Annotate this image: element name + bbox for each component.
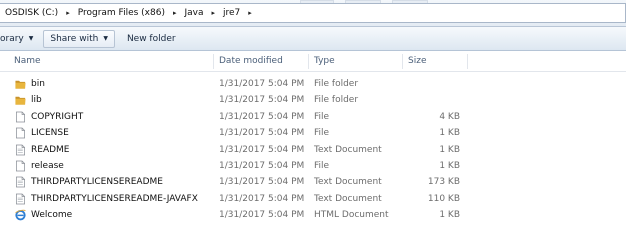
file-icon	[15, 127, 26, 139]
text-document-icon	[15, 144, 26, 156]
file-name: THIRDPARTYLICENSEREADME	[31, 177, 163, 188]
file-name: Welcome	[31, 210, 73, 221]
html-document-icon	[15, 209, 26, 221]
file-date-modified: 1/31/2017 5:04 PM	[219, 210, 305, 221]
share-with-button[interactable]: Share with ▼	[43, 29, 115, 48]
address-bar: OSDISK (C:) ▸ Program Files (x86) ▸ Java…	[0, 0, 626, 27]
folder-icon	[15, 94, 26, 106]
breadcrumb-item-program-files[interactable]: Program Files (x86)	[77, 8, 166, 18]
file-list: Name Date modified Type Size bin 1/31/201…	[0, 51, 626, 246]
file-name: bin	[31, 79, 45, 89]
file-type: Text Document	[314, 177, 382, 188]
file-size	[406, 92, 460, 108]
column-header-date-modified[interactable]: Date modified	[217, 51, 307, 72]
file-size: 1 KB	[439, 144, 460, 155]
folder-icon	[15, 78, 26, 90]
breadcrumb-chevron-icon[interactable]: ▸	[59, 9, 77, 17]
file-type: File	[314, 111, 330, 122]
chevron-down-icon: ▼	[103, 35, 108, 42]
file-type: File	[314, 128, 330, 139]
file-type: Text Document	[314, 144, 382, 155]
file-date-modified: 1/31/2017 5:04 PM	[219, 111, 305, 122]
file-date-modified: 1/31/2017 5:04 PM	[219, 128, 305, 139]
file-date-modified: 1/31/2017 5:04 PM	[219, 161, 305, 171]
text-document-icon	[15, 176, 26, 188]
column-divider[interactable]	[213, 54, 214, 69]
file-row[interactable]: release 1/31/2017 5:04 PM File 1 KB	[0, 158, 470, 174]
column-divider[interactable]	[402, 54, 403, 69]
column-divider[interactable]	[308, 54, 309, 69]
file-size: 1 KB	[439, 128, 460, 139]
file-type: File folder	[314, 95, 359, 106]
file-size: 4 KB	[439, 111, 460, 122]
file-type: HTML Document	[314, 210, 389, 221]
file-name: release	[31, 161, 64, 171]
file-date-modified: 1/31/2017 5:04 PM	[219, 95, 305, 106]
file-type: File folder	[314, 79, 359, 89]
file-size: 1 KB	[439, 210, 460, 221]
command-bar: orary ▼ Share with ▼ New folder	[0, 27, 626, 51]
file-size	[406, 76, 460, 92]
breadcrumb[interactable]: OSDISK (C:) ▸ Program Files (x86) ▸ Java…	[0, 3, 626, 23]
chevron-down-icon: ▼	[28, 35, 34, 42]
file-name: THIRDPARTYLICENSEREADME-JAVAFX	[31, 193, 198, 204]
file-name: lib	[31, 95, 42, 106]
file-date-modified: 1/31/2017 5:04 PM	[219, 193, 305, 204]
new-folder-button[interactable]: New folder	[121, 30, 182, 48]
file-size: 110 KB	[427, 193, 460, 204]
breadcrumb-chevron-icon[interactable]: ▸	[205, 9, 223, 17]
file-row[interactable]: THIRDPARTYLICENSEREADME 1/31/2017 5:04 PM…	[0, 174, 470, 190]
breadcrumb-item-osdisk[interactable]: OSDISK (C:)	[4, 8, 59, 18]
include-in-library-label: orary	[0, 33, 24, 44]
share-with-label: Share with	[50, 33, 99, 44]
file-name: README	[31, 144, 70, 155]
file-icon	[15, 160, 26, 172]
column-header-row: Name Date modified Type Size	[0, 51, 626, 72]
file-row[interactable]: bin 1/31/2017 5:04 PM File folder	[0, 76, 470, 92]
file-date-modified: 1/31/2017 5:04 PM	[219, 177, 305, 188]
breadcrumb-item-jre7[interactable]: jre7	[222, 8, 241, 18]
file-row[interactable]: lib 1/31/2017 5:04 PM File folder	[0, 92, 470, 108]
file-row[interactable]: COPYRIGHT 1/31/2017 5:04 PM File 4 KB	[0, 109, 470, 125]
column-header-name[interactable]: Name	[12, 51, 212, 72]
file-row[interactable]: LICENSE 1/31/2017 5:04 PM File 1 KB	[0, 125, 470, 141]
breadcrumb-item-java[interactable]: Java	[183, 8, 204, 18]
file-name: LICENSE	[31, 128, 69, 139]
file-date-modified: 1/31/2017 5:04 PM	[219, 79, 305, 89]
column-header-size[interactable]: Size	[406, 51, 466, 72]
file-icon	[15, 111, 26, 123]
file-row[interactable]: THIRDPARTYLICENSEREADME-JAVAFX 1/31/2017 …	[0, 191, 470, 207]
breadcrumb-chevron-icon[interactable]: ▸	[241, 9, 259, 17]
column-divider[interactable]	[467, 54, 468, 69]
file-name: COPYRIGHT	[31, 111, 84, 122]
new-folder-label: New folder	[126, 33, 176, 44]
file-size: 173 KB	[427, 177, 460, 188]
file-date-modified: 1/31/2017 5:04 PM	[219, 144, 305, 155]
file-type: File	[314, 161, 330, 171]
text-document-icon	[15, 193, 26, 205]
breadcrumb-chevron-icon[interactable]: ▸	[166, 9, 184, 17]
file-row[interactable]: Welcome 1/31/2017 5:04 PM HTML Document 1 K…	[0, 207, 470, 223]
file-row[interactable]: README 1/31/2017 5:04 PM Text Document 1 KB	[0, 142, 470, 158]
column-header-type[interactable]: Type	[312, 51, 400, 72]
file-type: Text Document	[314, 193, 382, 204]
include-in-library-button[interactable]: orary ▼	[0, 30, 39, 48]
file-size: 1 KB	[439, 161, 460, 171]
